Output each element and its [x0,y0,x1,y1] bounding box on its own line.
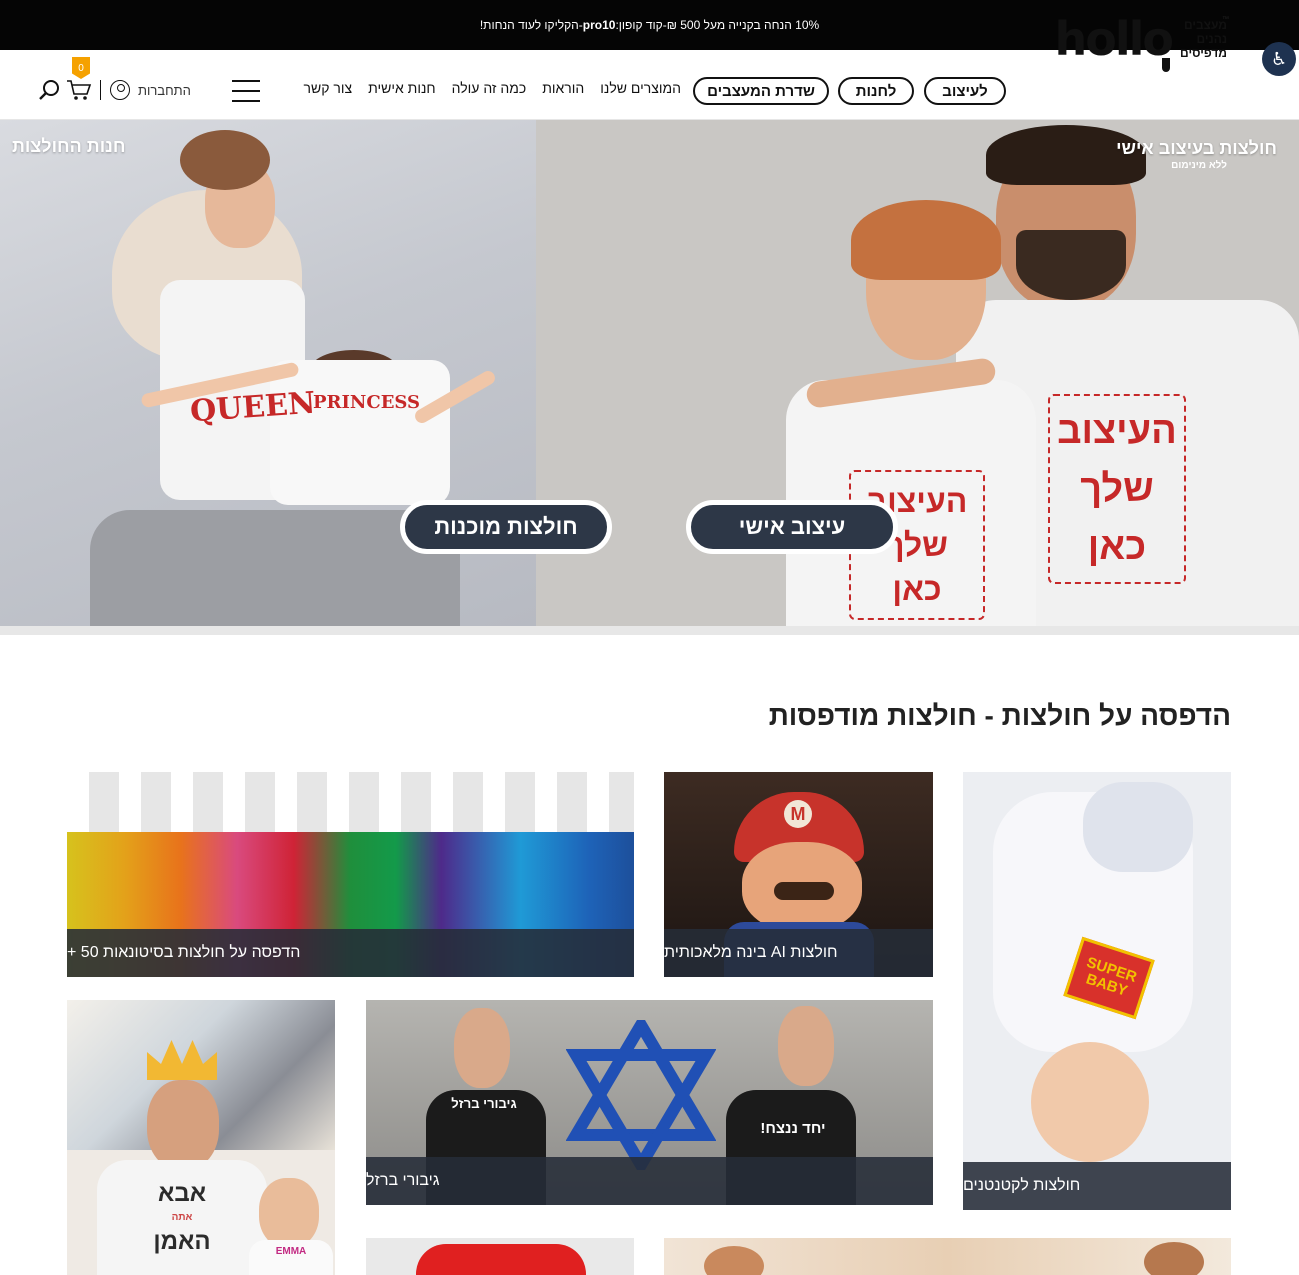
man-print-line-3: כאן [1087,526,1147,568]
pill-store-button[interactable]: לחנות [838,77,914,105]
hangers-shape [67,772,634,832]
tile-caption: הדפסה על חולצות בסיטונאות 50 + [67,929,634,977]
left-model-print: גיבורי ברזל [451,1096,517,1111]
nav-item-instructions[interactable]: הוראות [542,80,584,96]
logo-tag-3: מדפיסים [1180,46,1227,60]
tile-party[interactable] [664,1238,1231,1275]
hero-custom-design-image[interactable]: העיצוב שלך כאן העיצוב שלך כאן [536,120,1299,626]
promo-text-before: 10% הנחה בקנייה מעל 500 ₪-קוד קופון: [615,18,820,32]
promo-code: pro10 [582,18,616,32]
logo-trademark: ™ [1222,16,1229,23]
hero-right-tag: חולצות בעיצוב אישי [1116,138,1277,158]
tile-wholesale[interactable]: הדפסה על חולצות בסיטונאות 50 + [67,772,634,977]
dad-face-shape [147,1080,219,1170]
man-shirt-print: העיצוב שלך כאן [1048,394,1186,584]
baby-face-shape [1031,1042,1149,1162]
left-model-face-shape [454,1008,510,1088]
logo-drip-icon [1162,58,1171,72]
tile-caption: חולצות AI בינה מלאכותית [664,929,933,977]
girl-shirt-shape [270,360,450,505]
mother-hair-shape [180,130,270,190]
hero-right-subtag: ללא מינימום [1171,160,1227,171]
pill-designers-button[interactable]: שדרת המעצבים [693,77,829,105]
man-beard-shape [1016,230,1126,300]
login-label: התחברות [138,82,191,98]
tile-caption: גיבורי ברזל [366,1157,933,1205]
user-icon [110,80,130,100]
logo-tag-2: נהנים [1196,32,1227,46]
logo-word-text: hollo [1054,12,1174,66]
daughter-face-shape [259,1178,319,1248]
nav-item-products[interactable]: המוצרים שלנו [600,80,681,96]
mario-mustache-shape [774,882,834,900]
hamburger-menu-icon[interactable] [232,80,260,102]
woman-hair-shape [851,200,1001,280]
tile-iron-heroes[interactable]: גיבורי ברזל יחד ננצח! גיבורי ברזל [366,1000,933,1205]
princess-print: PRINCESS [313,392,421,413]
emma-print: EMMA [249,1240,333,1275]
nav-item-personal-store[interactable]: חנות אישית [368,80,436,96]
ready-shirts-button[interactable]: חולצות מוכנות [400,500,612,554]
promo-text-after: -הקליקו לעוד הנחות! [479,18,583,32]
logo-tagline: מעצבים נהנים מדפיסים [1180,18,1227,60]
party-person-shape [704,1246,764,1275]
pill-design-button[interactable]: לעיצוב [924,77,1006,105]
login-link[interactable]: התחברות [110,80,191,100]
right-model-print: יחד ננצח! [760,1120,826,1137]
hero-left-tag: חנות החולצות [12,136,126,156]
mario-cap-logo: M [784,800,812,828]
logo-wordmark: hollo [1054,12,1174,72]
star-of-david-icon [566,1020,716,1170]
search-icon[interactable] [38,79,60,101]
man-print-line-2: שלך [1080,468,1154,510]
accessibility-icon[interactable]: ♿ [1262,42,1296,76]
party-person-shape [1144,1242,1204,1275]
baby-legs-shape [1083,782,1193,872]
woman-print-line-3: כאן [892,571,942,607]
tile-ai-shirts[interactable]: M חולצות AI בינה מלאכותית [664,772,933,977]
dad-print-line-1: אבא [157,1179,207,1207]
man-print-line-1: העיצוב [1057,410,1177,452]
right-model-face-shape [778,1006,834,1086]
logo-tag-1: מעצבים [1183,18,1227,32]
tile-dad-shirts[interactable]: אבא אתה האמן EMMA [67,1000,335,1275]
tile-caption: חולצות לקטנטנים [963,1162,1231,1210]
nav-item-contact[interactable]: צור קשר [304,80,353,96]
dad-print-line-2: אתה [171,1211,193,1223]
hero-bottom-strip [0,626,1299,635]
dad-shirt-print: אבא אתה האמן [97,1160,267,1275]
cart-icon[interactable] [66,78,92,102]
header-divider [100,80,101,100]
dad-print-line-3: האמן [153,1227,211,1255]
tile-red-shirt[interactable] [366,1238,634,1275]
custom-design-button[interactable]: עיצוב אישי [686,500,898,554]
main-nav: המוצרים שלנו הוראות כמה זה עולה חנות איש… [304,80,681,96]
red-shirt-shape [416,1244,586,1275]
hero-banner: QUEEN PRINCESS העיצוב שלך כאן העיצוב שלך… [0,120,1299,635]
site-logo[interactable]: hollo מעצבים נהנים מדפיסים [1054,12,1227,72]
section-title: הדפסה על חולצות - חולצות מודפסות [768,700,1231,731]
tile-babies[interactable]: SUPER BABY חולצות לקטנטנים [963,772,1231,1210]
nav-item-pricing[interactable]: כמה זה עולה [452,80,527,96]
